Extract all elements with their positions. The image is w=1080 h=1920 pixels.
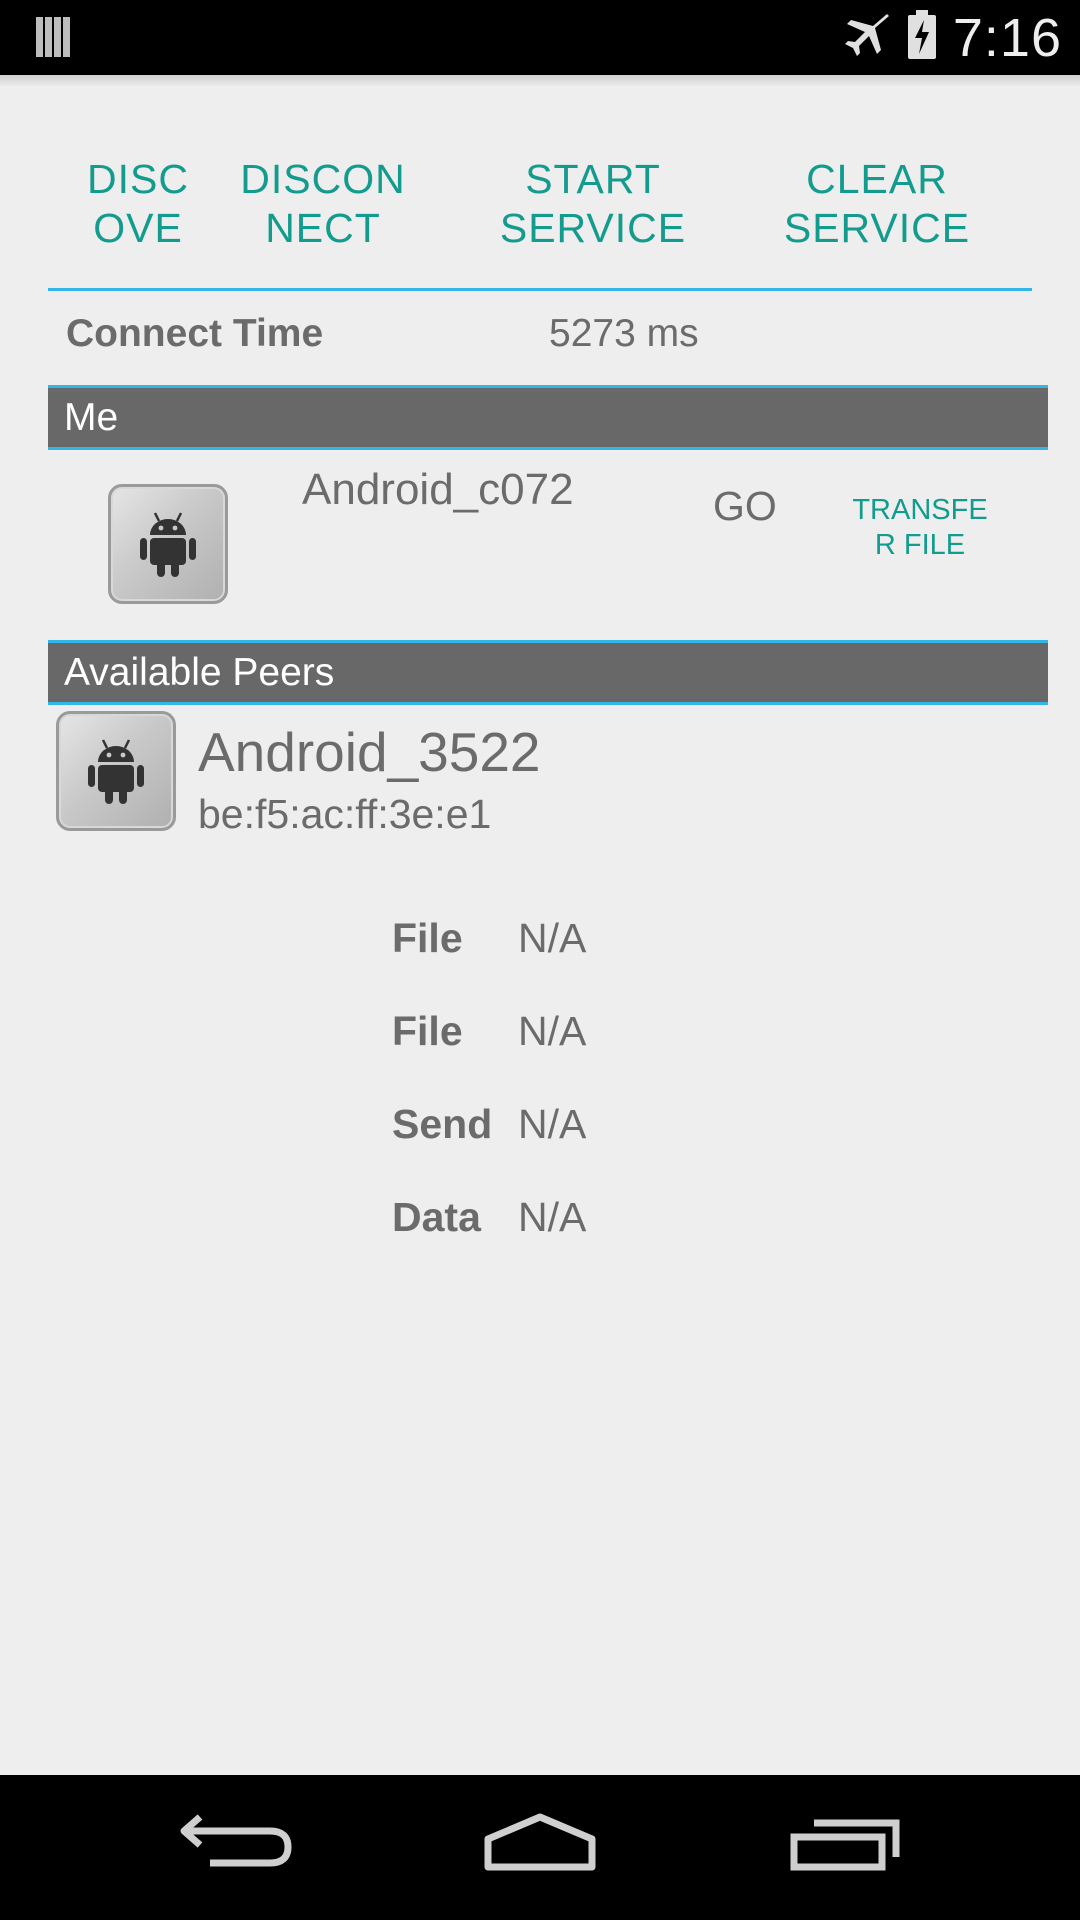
connect-time-value: 5273 ms xyxy=(549,312,699,355)
info-value: N/A xyxy=(518,1008,587,1054)
info-row-file-1: File N/A xyxy=(392,915,792,975)
me-avatar xyxy=(108,484,228,604)
me-device-name: Android_c072 xyxy=(302,465,574,514)
info-key: Data xyxy=(392,1194,481,1240)
info-key: File xyxy=(392,1008,463,1054)
battery-charging-icon xyxy=(907,10,937,65)
airplane-mode-icon xyxy=(843,12,891,63)
discover-button[interactable]: DISC OVE xyxy=(78,155,198,253)
peer-avatar xyxy=(56,711,176,831)
android-robot-icon xyxy=(140,512,196,577)
transfer-file-button[interactable]: TRANSFE R FILE xyxy=(848,493,992,563)
peer-device-name: Android_3522 xyxy=(198,721,541,783)
peer-mac-address: be:f5:ac:ff:3e:e1 xyxy=(198,791,492,837)
me-section-header: Me xyxy=(48,385,1048,450)
navigation-bar xyxy=(0,1775,1080,1920)
toolbar-divider xyxy=(48,288,1032,291)
notification-bars-icon xyxy=(36,15,72,59)
back-icon xyxy=(180,1814,292,1867)
android-robot-icon xyxy=(88,739,144,804)
connect-time-row: Connect Time 5273 ms xyxy=(66,312,1016,382)
available-peers-header: Available Peers xyxy=(48,640,1048,705)
home-icon xyxy=(484,1813,596,1871)
info-value: N/A xyxy=(518,1101,587,1147)
main-content: DISC OVE DISCON NECT START SERVICE CLEAR… xyxy=(0,75,1080,1775)
info-row-file-2: File N/A xyxy=(392,1008,792,1068)
toolbar: DISC OVE DISCON NECT START SERVICE CLEAR… xyxy=(48,155,1032,285)
status-bar: 7:16 xyxy=(0,0,1080,75)
info-row-data: Data N/A xyxy=(392,1194,792,1254)
info-value: N/A xyxy=(518,915,587,961)
clear-service-button[interactable]: CLEAR SERVICE xyxy=(782,155,972,253)
info-row-send: Send N/A xyxy=(392,1101,792,1161)
disconnect-button[interactable]: DISCON NECT xyxy=(238,155,408,253)
action-bar-shadow xyxy=(0,75,1080,87)
start-service-button[interactable]: START SERVICE xyxy=(498,155,688,253)
back-button[interactable] xyxy=(170,1805,310,1885)
connect-time-label: Connect Time xyxy=(66,312,324,355)
info-key: File xyxy=(392,915,463,961)
home-button[interactable] xyxy=(470,1805,610,1885)
status-icons-group: 7:16 xyxy=(843,0,1062,75)
me-role-status: GO xyxy=(713,483,777,529)
status-time: 7:16 xyxy=(952,7,1062,68)
info-value: N/A xyxy=(518,1194,587,1240)
info-key: Send xyxy=(392,1101,493,1147)
recent-apps-icon xyxy=(790,1819,900,1871)
recent-apps-button[interactable] xyxy=(778,1805,918,1885)
